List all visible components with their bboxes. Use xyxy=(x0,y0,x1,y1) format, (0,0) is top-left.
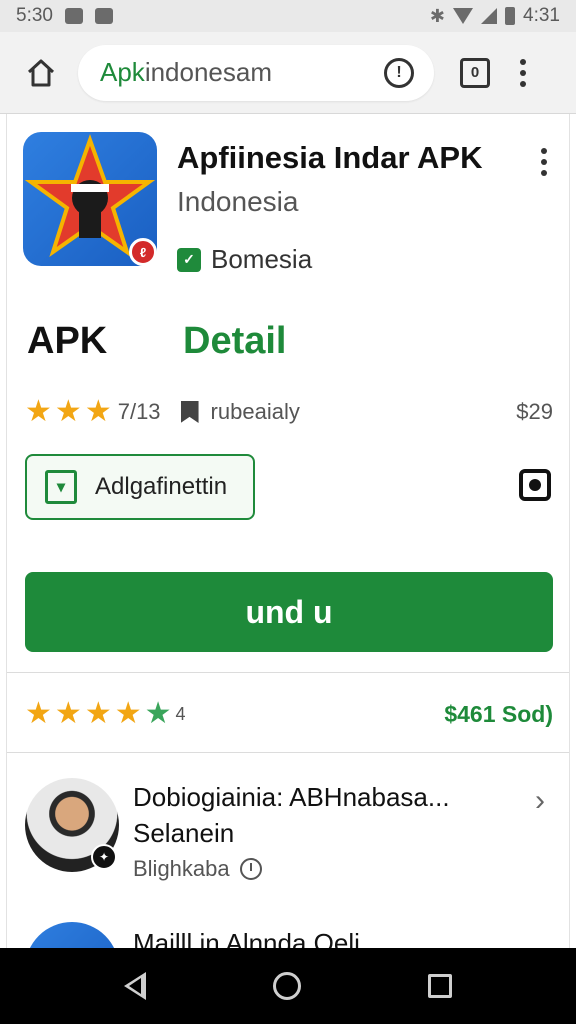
star-icon: ★ xyxy=(84,395,112,428)
menu-dot xyxy=(541,148,547,154)
menu-dot xyxy=(520,58,526,65)
star-icon: ★ xyxy=(25,395,52,428)
status-time-left: 5:30 xyxy=(16,5,53,26)
rating-value: 4 xyxy=(175,703,186,724)
nav-home-icon[interactable] xyxy=(272,972,301,1000)
review-meta-text: Blighkaba xyxy=(133,856,230,881)
developer-link[interactable]: ✓ Bomesia xyxy=(177,244,312,275)
star-icon: ★ xyxy=(144,697,172,730)
app-badge-text: ℓ xyxy=(139,244,147,260)
scan-dot xyxy=(529,479,541,491)
wifi-icon xyxy=(453,8,474,24)
avatar-badge-icon: ✦ xyxy=(91,844,117,870)
home-icon xyxy=(27,59,55,86)
chip-icon: ▾ xyxy=(45,470,77,504)
apk-label: APK xyxy=(27,320,108,362)
developer-name: Bomesia xyxy=(211,244,313,274)
app-more-icon[interactable] xyxy=(541,148,547,176)
rating-stars-large: ★ ★ ★ ★ ★ xyxy=(25,699,172,729)
url-bar[interactable]: Apk indonesam ! xyxy=(78,44,434,101)
nav-recents-icon[interactable] xyxy=(428,974,453,998)
chip-label: Adlgafinettin xyxy=(95,473,228,500)
app-title: Apfiinesia Indar APK xyxy=(177,140,483,175)
bluetooth-icon: ✱ xyxy=(429,5,446,26)
signal-icon xyxy=(481,8,498,24)
divider xyxy=(7,672,569,673)
notification-icon xyxy=(64,8,83,24)
category-label: rubeaialy xyxy=(210,399,300,424)
more-vert-icon[interactable] xyxy=(520,58,526,87)
status-right: ✱ 4:31 xyxy=(430,5,560,27)
status-bar: 5:30 ✱ 4:31 xyxy=(0,0,576,32)
review-subtitle: Selanein xyxy=(133,818,235,848)
meta-row: ★ ★ ★ 7/13 rubeaialy $29 xyxy=(25,394,553,430)
nav-back-icon[interactable] xyxy=(123,972,146,1000)
info-icon[interactable]: ! xyxy=(384,57,414,88)
scan-icon[interactable] xyxy=(519,469,551,501)
app-badge-icon: ℓ xyxy=(129,238,157,266)
review-title: Dobiogiainia: ABHnabasa... xyxy=(133,782,450,812)
url-highlight: Apk xyxy=(100,57,145,87)
tabs-count: 0 xyxy=(470,64,480,81)
clock-icon xyxy=(239,858,262,880)
review-meta: Blighkaba xyxy=(133,856,262,882)
battery-icon xyxy=(505,7,516,25)
app-notification-icon xyxy=(94,8,113,24)
bookmark-icon xyxy=(180,401,199,423)
star-icon: ★ xyxy=(114,697,142,730)
screen: 5:30 ✱ 4:31 Apk indonesam ! 0 ℓ Apfiines… xyxy=(0,0,576,1024)
url-text: indonesam xyxy=(144,57,273,87)
page-content: ℓ Apfiinesia Indar APK Indonesia ✓ Bomes… xyxy=(6,114,570,962)
app-subtitle: Indonesia xyxy=(177,186,299,217)
developer-icon: ✓ xyxy=(177,247,201,272)
review-item[interactable]: ✦ Dobiogiainia: ABHnabasa... Selanein Bl… xyxy=(25,778,553,881)
install-label: und u xyxy=(245,593,333,630)
tabs-button[interactable]: 0 xyxy=(460,57,490,88)
rating-row: ★ ★ ★ ★ ★ 4 $461 Sod) xyxy=(25,694,553,734)
menu-dot xyxy=(541,159,547,165)
rating-link[interactable]: $461 Sod) xyxy=(444,701,553,728)
status-left: 5:30 xyxy=(16,5,113,27)
star-icon: ★ xyxy=(84,697,112,730)
menu-dot xyxy=(520,69,526,76)
menu-dot xyxy=(541,170,547,176)
install-button[interactable]: und u xyxy=(25,572,553,652)
rating-stars: ★ ★ ★ xyxy=(25,397,112,427)
star-icon: ★ xyxy=(54,395,82,428)
price-label: $29 xyxy=(516,399,553,424)
menu-dot xyxy=(520,80,526,87)
next-item-title[interactable]: Mailll in Alnnda Oeli xyxy=(133,928,360,948)
system-nav-bar xyxy=(0,948,576,1024)
home-button[interactable] xyxy=(14,46,68,100)
star-icon: ★ xyxy=(54,697,82,730)
star-icon: ★ xyxy=(25,697,52,730)
browser-toolbar: Apk indonesam ! 0 xyxy=(0,32,576,114)
status-time-right: 4:31 xyxy=(523,5,560,26)
rating-count: 7/13 xyxy=(117,399,161,424)
divider xyxy=(7,752,569,753)
detail-label[interactable]: Detail xyxy=(183,320,286,363)
chevron-right-icon[interactable]: › xyxy=(535,784,545,818)
category-chip[interactable]: ▾ Adlgafinettin xyxy=(25,454,255,520)
